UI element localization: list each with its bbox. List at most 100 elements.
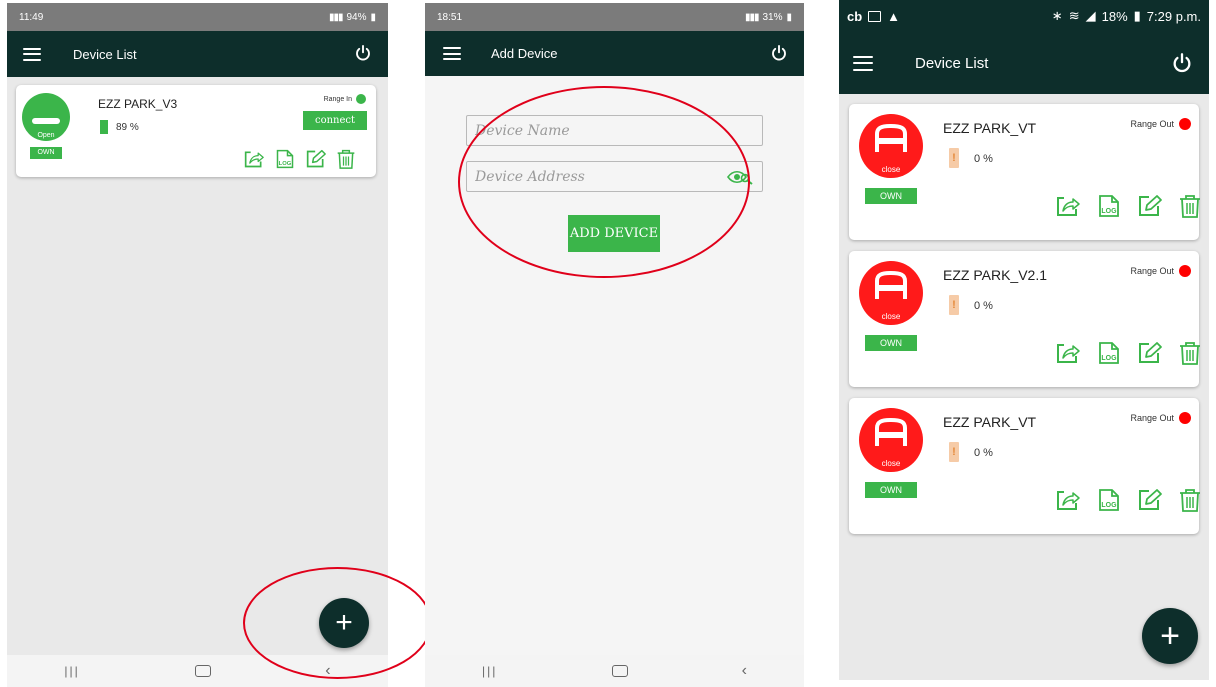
log-icon[interactable]: LOG (274, 149, 296, 169)
trash-icon[interactable] (336, 149, 356, 169)
log-label: LOG (1101, 355, 1117, 362)
device-actions: LOG (1055, 194, 1202, 218)
ownership-badge: OWN (865, 335, 917, 351)
status-time: 7:29 p.m. (1146, 8, 1201, 24)
device-name-field[interactable] (466, 115, 763, 146)
trash-icon[interactable] (1178, 488, 1202, 512)
share-icon[interactable] (243, 149, 265, 169)
ownership-badge: OWN (865, 188, 917, 204)
battery-icon: ▮ (1133, 8, 1141, 23)
battery-empty-icon: ! (949, 295, 959, 315)
gate-icon (875, 271, 907, 299)
trash-icon[interactable] (1178, 194, 1202, 218)
edit-icon[interactable] (1137, 194, 1163, 218)
back-icon[interactable]: ‹ (742, 662, 747, 680)
page-title: Device List (73, 46, 137, 62)
gate-icon (875, 124, 907, 152)
gate-icon (875, 418, 907, 446)
edit-icon[interactable] (305, 149, 327, 169)
status-time: 11:49 (19, 11, 44, 23)
bluetooth-icon: ∗ (1051, 8, 1063, 23)
system-nav-bar: ||| ‹ (425, 655, 804, 687)
menu-icon[interactable] (23, 47, 41, 61)
left-phone-screen: 11:49 ▮▮▮ 94% ▮ Device List Open OWN EZZ… (7, 3, 388, 687)
share-icon[interactable] (1055, 488, 1081, 512)
range-dot (1179, 412, 1191, 424)
battery-level: 0 % (974, 300, 993, 312)
device-name: EZZ PARK_V3 (98, 97, 178, 111)
back-icon[interactable]: ‹ (325, 662, 330, 680)
gate-status-circle[interactable]: close (859, 408, 923, 472)
range-indicator: Range In (324, 94, 366, 104)
range-dot (356, 94, 366, 104)
gate-status-label: close (881, 459, 901, 468)
menu-icon[interactable] (443, 47, 461, 60)
trash-icon[interactable] (1178, 341, 1202, 365)
battery-level: 0 % (974, 153, 993, 165)
device-card[interactable]: Open OWN EZZ PARK_V3 89 % Range In conne… (16, 85, 376, 177)
power-icon[interactable] (354, 44, 372, 62)
device-actions: LOG (1055, 488, 1202, 512)
power-icon[interactable] (1171, 52, 1193, 74)
range-indicator: Range Out (1130, 118, 1191, 130)
recents-icon[interactable]: ||| (482, 664, 497, 678)
battery-empty-icon: ! (949, 442, 959, 462)
warning-icon: ▲ (887, 8, 901, 24)
page-title: Add Device (491, 46, 558, 61)
edit-icon[interactable] (1137, 488, 1163, 512)
add-device-fab[interactable]: + (1142, 608, 1198, 664)
log-icon[interactable]: LOG (1096, 341, 1122, 365)
log-label: LOG (1101, 208, 1117, 215)
status-bar: cb ▲ ∗ ≋ ◢ 18% ▮ 7:29 p.m. (839, 0, 1209, 32)
gate-status-circle[interactable]: close (859, 261, 923, 325)
cast-icon (868, 10, 882, 22)
battery-percent: 94% (346, 11, 367, 23)
device-name: EZZ PARK_VT (943, 414, 1037, 430)
status-time: 18:51 (437, 11, 463, 23)
share-icon[interactable] (1055, 341, 1081, 365)
home-icon[interactable] (194, 665, 211, 677)
power-icon[interactable] (770, 44, 788, 62)
connect-button[interactable]: connect (303, 111, 367, 130)
log-icon[interactable]: LOG (1096, 488, 1122, 512)
gate-status-circle[interactable]: Open (22, 93, 70, 141)
gate-status-circle[interactable]: close (859, 114, 923, 178)
battery-level: 89 % (116, 122, 139, 133)
device-card[interactable]: close OWN EZZ PARK_V2.1 ! 0 % Range Out … (849, 251, 1202, 387)
battery-icon: ▮ (786, 11, 792, 23)
range-label: Range Out (1130, 266, 1174, 276)
status-bar: 18:51 ▮▮▮ 31% ▮ (425, 3, 804, 31)
plus-icon: + (335, 606, 353, 639)
recents-icon[interactable]: ||| (64, 664, 79, 678)
range-indicator: Range Out (1130, 412, 1191, 424)
log-label: LOG (279, 161, 292, 167)
ownership-badge: OWN (30, 147, 62, 159)
address-search-icon[interactable] (727, 169, 753, 185)
device-address-field[interactable] (466, 161, 763, 192)
signal-icon: ▮▮▮ (328, 11, 343, 23)
system-nav-bar: ||| ‹ (7, 655, 388, 687)
range-label: Range Out (1130, 413, 1174, 423)
battery-level: 0 % (974, 447, 993, 459)
log-icon[interactable]: LOG (1096, 194, 1122, 218)
device-card[interactable]: close OWN EZZ PARK_VT ! 0 % Range Out LO… (849, 104, 1202, 240)
middle-phone-screen: 18:51 ▮▮▮ 31% ▮ Add Device ADD DEVICE ||… (425, 3, 804, 687)
device-actions: LOG (243, 149, 356, 169)
battery-level-icon (100, 120, 108, 134)
add-device-fab[interactable]: + (319, 598, 369, 648)
edit-icon[interactable] (1137, 341, 1163, 365)
home-icon[interactable] (611, 665, 628, 677)
share-icon[interactable] (1055, 194, 1081, 218)
gate-status-label: Open (37, 132, 55, 139)
device-actions: LOG (1055, 341, 1202, 365)
menu-icon[interactable] (853, 55, 873, 71)
wifi-icon: ≋ (1068, 8, 1080, 23)
page-title: Device List (915, 54, 989, 72)
status-bar: 11:49 ▮▮▮ 94% ▮ (7, 3, 388, 31)
app-bar: Add Device (425, 31, 804, 76)
app-bar: Device List (7, 31, 388, 77)
range-indicator: Range Out (1130, 265, 1191, 277)
device-card[interactable]: close OWN EZZ PARK_VT ! 0 % Range Out LO… (849, 398, 1202, 534)
add-device-button[interactable]: ADD DEVICE (568, 215, 660, 252)
gate-status-label: close (881, 312, 901, 321)
